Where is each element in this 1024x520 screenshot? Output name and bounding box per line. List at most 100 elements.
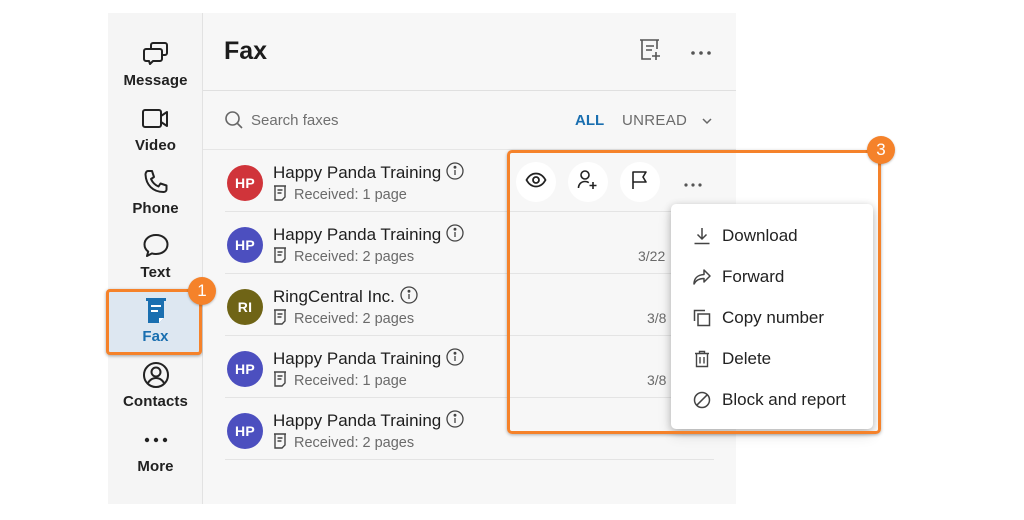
chevron-down-icon[interactable] — [701, 114, 713, 132]
fax-status-text: Received: 2 pages — [294, 435, 415, 451]
fax-list-item[interactable]: HP Happy Panda Training Received: 2 page… — [203, 213, 736, 274]
sidebar-item-message[interactable]: Message — [108, 39, 203, 99]
contact-name: Happy Panda Training — [273, 348, 464, 371]
info-icon[interactable] — [446, 410, 464, 433]
sidebar-item-label: Phone — [132, 200, 179, 217]
flag-icon — [631, 170, 649, 195]
contact-name: RingCentral Inc. — [273, 286, 418, 309]
row-divider — [225, 273, 714, 274]
info-icon[interactable] — [446, 162, 464, 185]
contact-name: Happy Panda Training — [273, 224, 464, 247]
fax-status: Received: 2 pages — [273, 247, 414, 267]
contact-name: Happy Panda Training — [273, 410, 464, 433]
sidebar-item-label: Fax — [142, 328, 169, 345]
row-divider — [225, 459, 714, 460]
fax-status-text: Received: 2 pages — [294, 249, 415, 265]
sidebar-item-label: Video — [134, 137, 177, 154]
fax-app: Message Video Phone Text Fax Contacts Mo… — [106, 13, 736, 504]
menu-item-label: Download — [722, 225, 798, 245]
fax-status-text: Received: 1 page — [294, 187, 407, 203]
fax-list-item[interactable]: HP Happy Panda Training Received: 1 page… — [203, 337, 736, 398]
fax-status-text: Received: 1 page — [294, 373, 407, 389]
download-icon — [691, 225, 713, 247]
fax-status: Received: 1 page — [273, 185, 407, 205]
sidebar-item-text[interactable]: Text — [108, 231, 203, 291]
avatar: HP — [227, 413, 263, 449]
mark-read-button[interactable] — [516, 162, 556, 202]
filter-unread-tab[interactable]: UNREAD — [622, 112, 687, 129]
avatar: HP — [227, 165, 263, 201]
header-more-button[interactable] — [686, 37, 716, 67]
filter-all-tab[interactable]: ALL — [575, 112, 604, 129]
sidebar-item-more[interactable]: More — [108, 425, 203, 485]
fax-status: Received: 2 pages — [273, 433, 414, 453]
text-bubble-icon — [141, 231, 171, 261]
page-title: Fax — [224, 37, 268, 65]
menu-item-forward[interactable]: Forward — [671, 256, 873, 297]
menu-item-label: Block and report — [722, 389, 846, 409]
info-icon[interactable] — [446, 224, 464, 247]
row-divider — [225, 397, 714, 398]
fax-list-item[interactable]: HP Happy Panda Training Received: 2 page… — [203, 399, 736, 460]
fax-document-icon — [273, 371, 287, 391]
new-fax-button[interactable] — [635, 37, 665, 67]
copy-icon — [691, 307, 713, 329]
info-icon[interactable] — [446, 348, 464, 371]
eye-icon — [525, 172, 547, 193]
sidebar-item-label: Contacts — [123, 393, 188, 410]
fax-context-menu: Download Forward Copy number Delete Bloc… — [671, 204, 873, 429]
sidebar-item-label: More — [137, 458, 174, 475]
sidebar-item-video[interactable]: Video — [108, 104, 203, 164]
menu-item-label: Delete — [722, 348, 772, 368]
menu-item-block-and-report[interactable]: Block and report — [671, 379, 873, 420]
row-more-button[interactable] — [681, 171, 705, 195]
menu-item-download[interactable]: Download — [671, 215, 873, 256]
new-fax-icon — [638, 38, 662, 67]
fax-list-item[interactable]: HP Happy Panda Training Received: 1 page — [203, 151, 736, 212]
sidebar-nav: Message Video Phone Text Fax Contacts Mo… — [106, 13, 203, 504]
avatar: RI — [227, 289, 263, 325]
menu-item-label: Forward — [722, 266, 785, 286]
fax-list-item[interactable]: RI RingCentral Inc. Received: 2 pages 3/… — [203, 275, 736, 336]
fax-status-text: Received: 2 pages — [294, 311, 415, 327]
trash-icon — [691, 348, 713, 370]
step-badge-1: 1 — [188, 277, 216, 305]
sidebar-item-label: Message — [123, 72, 188, 89]
fax-document-icon — [273, 185, 287, 205]
fax-document-icon — [273, 433, 287, 453]
panel-header: Fax — [203, 13, 736, 91]
search-filter-bar: ALL UNREAD — [203, 92, 736, 150]
more-dots-icon — [141, 425, 171, 455]
more-horizontal-icon — [690, 43, 712, 61]
contact-name-text: Happy Panda Training — [273, 411, 442, 430]
message-icon — [141, 39, 171, 69]
block-icon — [691, 389, 713, 411]
sidebar-item-fax[interactable]: Fax — [108, 295, 203, 355]
sidebar-item-phone[interactable]: Phone — [108, 167, 203, 227]
fax-icon — [141, 295, 171, 325]
contact-name-text: Happy Panda Training — [273, 349, 442, 368]
step-badge-3: 3 — [867, 136, 895, 164]
fax-date: 3/8 — [647, 372, 667, 388]
fax-document-icon — [273, 309, 287, 329]
search-input[interactable] — [251, 108, 501, 132]
row-divider — [225, 335, 714, 336]
flag-button[interactable] — [620, 162, 660, 202]
row-divider — [225, 211, 714, 212]
avatar: HP — [227, 227, 263, 263]
sidebar-item-contacts[interactable]: Contacts — [108, 360, 203, 420]
fax-date: 3/22 — [638, 248, 666, 264]
contact-name-text: Happy Panda Training — [273, 163, 442, 182]
phone-icon — [141, 167, 171, 197]
add-contact-icon — [577, 169, 599, 196]
sidebar-item-label: Text — [140, 264, 171, 281]
menu-item-copy-number[interactable]: Copy number — [671, 297, 873, 338]
avatar: HP — [227, 351, 263, 387]
contact-name-text: RingCentral Inc. — [273, 287, 395, 306]
forward-icon — [691, 266, 713, 288]
info-icon[interactable] — [400, 286, 418, 309]
contact-name: Happy Panda Training — [273, 162, 464, 185]
menu-item-delete[interactable]: Delete — [671, 338, 873, 379]
add-contact-button[interactable] — [568, 162, 608, 202]
contact-name-text: Happy Panda Training — [273, 225, 442, 244]
